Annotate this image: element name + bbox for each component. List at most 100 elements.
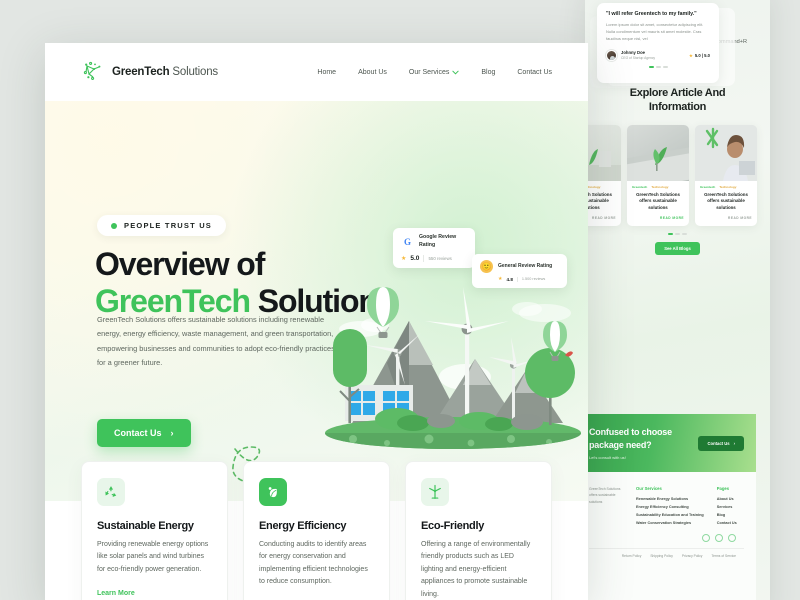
smiley-icon: 🙂: [480, 260, 493, 273]
footer-col-pages: Pages About Us Services Blog Contact Us: [717, 486, 737, 528]
blog-card[interactable]: Greentech Technology GreenTech Solutions…: [695, 124, 757, 227]
blog-card-title: GreenTech Solutions offers sustainable s…: [636, 191, 680, 210]
star-icon: ★: [689, 52, 693, 58]
star-icon: ★: [401, 256, 407, 263]
footer-link[interactable]: Energy Efficiency Consulting: [636, 504, 704, 512]
google-review-bottom: ★ 5.0 550 reviews: [401, 255, 467, 263]
divider: [423, 255, 425, 263]
nav-item-our-services[interactable]: Our Services: [409, 69, 460, 76]
blog-card[interactable]: Greentech Technology GreenTech Solutions…: [585, 124, 621, 227]
pagination-dot[interactable]: [648, 65, 654, 68]
blog-card-tags: Greentech Technology: [632, 185, 684, 189]
brand-logo[interactable]: GreenTech Solutions: [81, 60, 218, 84]
footer-col-services: Our Services Renewable Energy Solutions …: [636, 486, 704, 528]
footer-link[interactable]: About Us: [717, 496, 737, 504]
wind-turbine-icon: [429, 484, 441, 499]
blog-heading: Explore Article And Information: [585, 87, 770, 115]
general-review-top: 🙂 General Review Rating: [480, 260, 559, 273]
testimonial-rating-value: 5.0 | 5.0: [694, 52, 710, 58]
google-review-score: 5.0: [410, 255, 420, 263]
hero-contact-button[interactable]: Contact Us ›: [97, 419, 191, 447]
pagination-dot[interactable]: [675, 233, 680, 236]
pagination-dot[interactable]: [682, 233, 687, 236]
testimonial-footer: Johnny Doe CEO of Startup Agency ★ 5.0 |…: [606, 49, 710, 61]
pagination-dot[interactable]: [662, 65, 668, 68]
see-all-blogs-button[interactable]: See All Blogs: [655, 242, 700, 256]
cta-subtext: Let's consult with us!: [589, 455, 626, 461]
feature-cards: Sustainable Energy Providing renewable e…: [45, 461, 588, 600]
footer-link[interactable]: Water Conservation Strategies: [636, 520, 704, 528]
divider: [516, 276, 518, 282]
hero-illustration: [313, 273, 588, 461]
footer-col-title: Our Services: [636, 486, 662, 491]
cta-heading-line2: package need?: [589, 439, 652, 450]
avatar: [606, 49, 617, 61]
feature-card-eco-friendly: Eco-Friendly Offering a range of environ…: [405, 461, 552, 600]
blog-card-body: Greentech Technology GreenTech Solutions…: [627, 181, 689, 227]
blog-thumbnail: [695, 124, 757, 181]
feature-card-sustainable-energy: Sustainable Energy Providing renewable e…: [81, 461, 228, 600]
main-page: GreenTech Solutions Home About Us Our Se…: [45, 43, 588, 600]
feature-card-text: Providing renewable energy options like …: [97, 541, 209, 573]
twitter-icon[interactable]: [728, 533, 736, 542]
footer-link[interactable]: Renewable Energy Solutions: [636, 496, 704, 504]
testimonial-card: "I will refer Greentech to my family." L…: [597, 3, 719, 83]
general-review-badge: 🙂 General Review Rating ★ 4.8 1.500 revi…: [472, 254, 567, 288]
brand-name: GreenTech Solutions: [112, 66, 218, 78]
footer-col-title: Pages: [716, 486, 730, 491]
cta-heading-line1: Confused to choose: [589, 426, 672, 437]
cta-button-label: Contact Us: [707, 440, 730, 446]
card-icon-wrapper: [421, 478, 449, 506]
pagination-dot[interactable]: [668, 233, 673, 236]
blog-card-body: Greentech Technology GreenTech Solutions…: [585, 181, 621, 227]
footer-brand-col: GreenTech Solutions offers sustainable s…: [589, 486, 623, 528]
cta-text-block: Confused to choose package need? Let's c…: [589, 426, 672, 460]
hero-title-line1: Overview of: [95, 246, 265, 282]
nav-item-contact-us[interactable]: Contact Us: [517, 69, 552, 76]
blog-read-more[interactable]: READ MORE: [585, 216, 616, 220]
footer-legal-link[interactable]: Return Policy: [622, 554, 642, 558]
blog-read-more[interactable]: READ MORE: [700, 216, 752, 220]
recycle-icon: [105, 486, 117, 498]
chevron-right-icon: ›: [170, 428, 174, 438]
hero-paragraph: GreenTech Solutions offers sustainable s…: [97, 315, 335, 368]
testimonial-author-block: Johnny Doe CEO of Startup Agency: [621, 50, 655, 60]
plant-desk-image-icon: [585, 148, 621, 181]
blog-card-body: Greentech Technology GreenTech Solutions…: [695, 181, 757, 227]
feature-card-learn-more[interactable]: Learn More: [97, 590, 135, 597]
footer-link[interactable]: Services: [717, 504, 737, 512]
nav-item-about-us[interactable]: About Us: [358, 69, 387, 76]
blog-thumbnail: [627, 124, 689, 181]
pagination-dot[interactable]: [655, 65, 661, 68]
testimonial-rating: ★ 5.0 | 5.0: [689, 53, 710, 58]
cta-contact-button[interactable]: Contact Us ›: [698, 435, 744, 451]
blog-tag-secondary: Technology: [719, 184, 737, 189]
footer-link[interactable]: Blog: [717, 512, 737, 520]
instagram-icon[interactable]: [715, 533, 723, 542]
testimonial-pagination[interactable]: [606, 65, 710, 68]
chevron-right-icon: ›: [733, 440, 735, 446]
footer-link[interactable]: Sustainability Education and Training: [636, 512, 704, 520]
blog-tag-primary: Greentech: [632, 184, 648, 189]
footer-columns: GreenTech Solutions offers sustainable s…: [589, 486, 744, 528]
nav-item-blog[interactable]: Blog: [481, 69, 495, 76]
blog-read-more[interactable]: READ MORE: [632, 216, 684, 220]
chevron-down-icon: [452, 70, 460, 75]
footer-link[interactable]: Contact Us: [717, 520, 737, 528]
google-review-count: 550 reviews: [428, 256, 452, 262]
blog-pagination[interactable]: [585, 233, 770, 236]
nav-item-home[interactable]: Home: [317, 69, 336, 76]
footer-legal: Return Policy Shipping Policy Privacy Po…: [589, 547, 744, 558]
footer-legal-link[interactable]: Privacy Policy: [682, 554, 703, 558]
blog-card[interactable]: Greentech Technology GreenTech Solutions…: [627, 124, 689, 227]
brand-name-light: Solutions: [169, 66, 218, 78]
cta-banner: Confused to choose package need? Let's c…: [585, 414, 756, 472]
feature-card-text: Conducting audits to identify areas for …: [259, 541, 368, 586]
cta-heading: Confused to choose package need?: [589, 426, 672, 451]
footer-legal-link[interactable]: Terms of Service: [711, 554, 736, 558]
footer-legal-link[interactable]: Shipping Policy: [650, 554, 673, 558]
navbar: GreenTech Solutions Home About Us Our Se…: [45, 43, 588, 101]
testimonial-author: Johnny Doe: [621, 50, 645, 56]
whatsapp-icon[interactable]: [702, 533, 710, 542]
card-icon-wrapper: [97, 478, 125, 506]
